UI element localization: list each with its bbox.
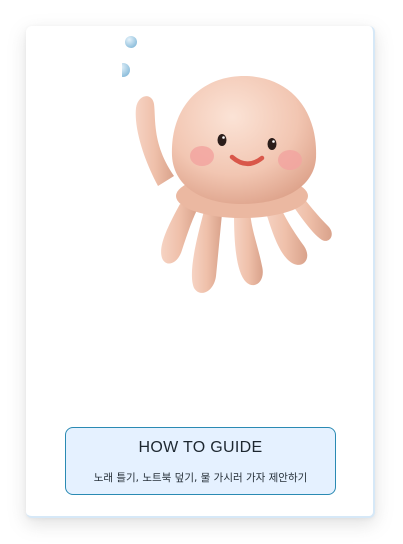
guide-card: HOW TO GUIDE 노래 틀기, 노트북 덮기, 물 가시러 가자 제안하…: [26, 26, 375, 518]
jellyfish-mascot-icon: [122, 36, 332, 293]
bubbles-icon: [122, 36, 137, 77]
guide-title: HOW TO GUIDE: [138, 439, 263, 456]
how-to-guide-box[interactable]: HOW TO GUIDE 노래 틀기, 노트북 덮기, 물 가시러 가자 제안하…: [65, 427, 336, 495]
guide-subtitle: 노래 틀기, 노트북 덮기, 물 가시러 가자 제안하기: [93, 472, 308, 484]
